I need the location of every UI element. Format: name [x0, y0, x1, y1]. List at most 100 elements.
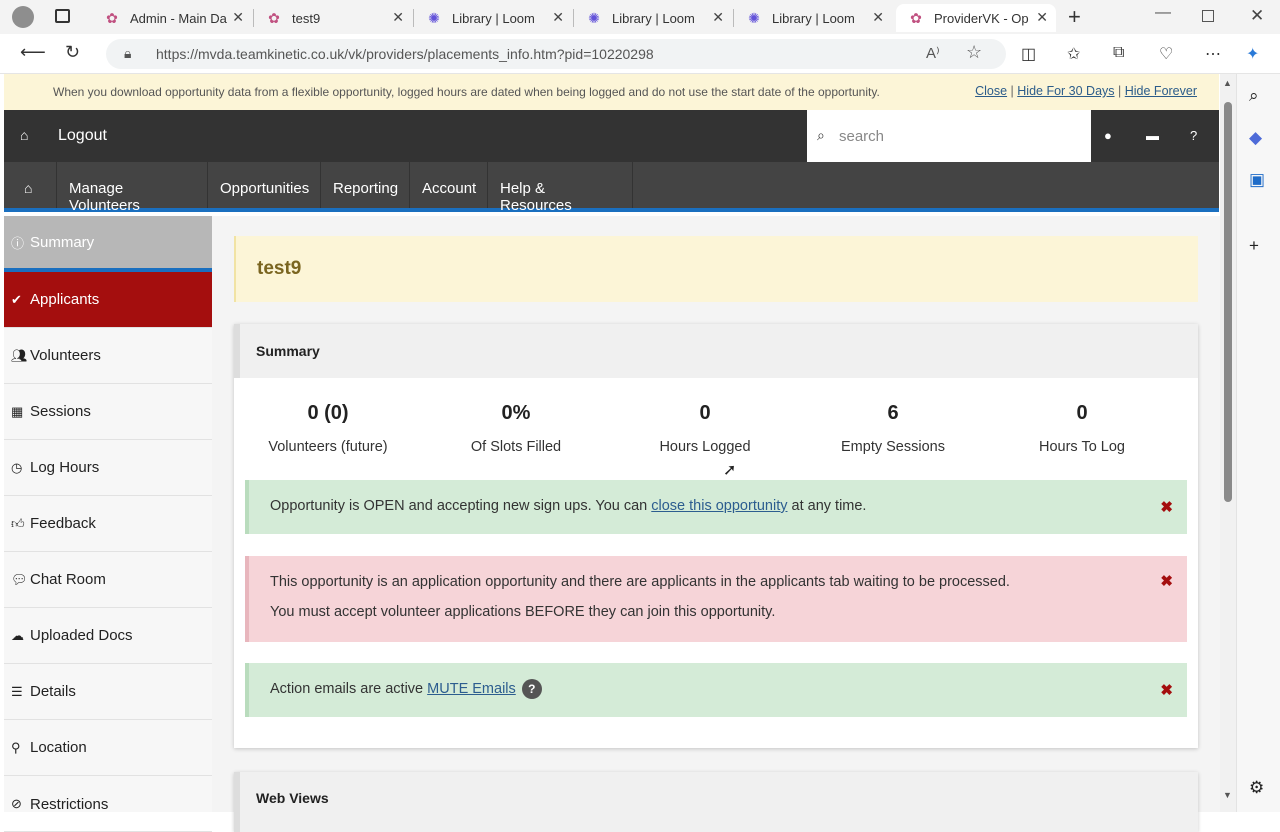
home-icon[interactable]: ⌂	[20, 127, 28, 143]
sidebar-item-details[interactable]: ☰ Details	[4, 664, 212, 720]
ban-icon: ⊘	[11, 796, 22, 811]
refresh-icon[interactable]: ↻	[65, 42, 80, 63]
tab-providervk[interactable]: ✿ ProviderVK - Op ✕	[896, 4, 1056, 32]
sidebar-item-feedback[interactable]: 👍︎ Feedback	[4, 496, 212, 552]
chat-icon[interactable]: ▬	[1146, 128, 1159, 143]
nav-reporting[interactable]: Reporting	[321, 162, 410, 208]
add-sidebar-icon[interactable]: +	[1249, 236, 1259, 256]
more-menu-icon[interactable]: ⋯	[1205, 44, 1221, 64]
alert-application-opportunity: This opportunity is an application oppor…	[245, 556, 1187, 642]
cloud-upload-icon: ☁	[11, 627, 24, 643]
notice-close-link[interactable]: Close	[975, 84, 1007, 98]
notice-hide30-link[interactable]: Hide For 30 Days	[1017, 84, 1114, 98]
nav-help-resources[interactable]: Help & Resources	[488, 162, 633, 214]
info-icon: ⓘ	[11, 235, 25, 251]
stat-hours-to-log: 0 Hours To Log	[1039, 402, 1125, 455]
search-input[interactable]: ⌕ search	[807, 110, 1091, 162]
check-icon: ✔	[11, 291, 22, 307]
sidebar-item-summary[interactable]: ⓘ Summary	[4, 216, 212, 272]
web-views-heading: Web Views	[234, 772, 1198, 832]
notice-text: When you download opportunity data from …	[53, 85, 880, 99]
opportunity-title-box: test9	[234, 236, 1198, 302]
sidebar-item-volunteers[interactable]: 👥︎ Volunteers	[4, 328, 212, 384]
favorite-star-icon[interactable]: ☆	[966, 42, 982, 63]
search-icon[interactable]: ⌕	[1249, 86, 1259, 106]
search-icon: ⌕	[817, 127, 825, 143]
close-tab-icon[interactable]: ✕	[1036, 9, 1048, 26]
notice-hideforever-link[interactable]: Hide Forever	[1125, 84, 1197, 98]
sidebar-item-sessions[interactable]: ▦ Sessions	[4, 384, 212, 440]
nav-opportunities[interactable]: Opportunities	[208, 162, 321, 208]
browser-tab-bar: ✿ Admin - Main Da ✕ ✿ test9 ✕ ✺ Library | Loo…	[0, 0, 1280, 34]
tab-actions-icon[interactable]	[55, 9, 70, 23]
summary-heading: Summary	[234, 324, 1198, 378]
mute-emails-link[interactable]: MUTE Emails	[427, 681, 516, 697]
tab-loom-3[interactable]: ✺ Library | Loom ✕	[734, 4, 892, 32]
app-icon: ✿	[910, 9, 922, 26]
browser-sidebar: ⌕ ◆ ▣ + ⚙	[1236, 74, 1280, 812]
outlook-icon[interactable]: ▣	[1249, 170, 1265, 190]
restore-icon[interactable]	[1202, 10, 1214, 22]
map-pin-icon: ⚲	[11, 739, 21, 755]
url-field[interactable]: 🔒︎ https://mvda.teamkinetic.co.uk/vk/pro…	[106, 39, 1006, 69]
close-tab-icon[interactable]: ✕	[872, 9, 884, 26]
nav-home-icon[interactable]: ⌂	[4, 162, 57, 208]
profile-avatar[interactable]	[12, 6, 34, 28]
copilot-sidebar-icon[interactable]: ◆	[1249, 128, 1262, 148]
close-opportunity-link[interactable]: close this opportunity	[651, 498, 787, 514]
stat-volunteers-future: 0 (0) Volunteers (future)	[268, 402, 388, 455]
sidebar-item-log-hours[interactable]: ◷ Log Hours	[4, 440, 212, 496]
web-views-panel: Web Views	[234, 772, 1198, 832]
scroll-down-icon[interactable]: ▼	[1223, 790, 1232, 800]
tab-test9[interactable]: ✿ test9 ✕	[254, 4, 412, 32]
lock-icon: 🔒︎	[124, 45, 132, 61]
main-content: test9 Summary 0 (0) Volunteers (future) 0…	[212, 216, 1220, 832]
loom-icon: ✺	[748, 9, 760, 26]
minimize-icon[interactable]: —	[1155, 4, 1171, 22]
read-aloud-icon[interactable]: A⁾	[926, 44, 940, 62]
page-scrollbar[interactable]: ▲ ▼	[1220, 74, 1236, 812]
collections-icon[interactable]: ⧉	[1113, 44, 1124, 62]
page-title: test9	[257, 258, 302, 279]
close-tab-icon[interactable]: ✕	[232, 9, 244, 26]
sidebar-item-applicants[interactable]: ✔ Applicants	[4, 272, 212, 328]
sidebar-item-restrictions[interactable]: ⊘ Restrictions	[4, 776, 212, 832]
copilot-icon[interactable]: ✦	[1246, 44, 1259, 64]
scroll-up-icon[interactable]: ▲	[1223, 78, 1232, 88]
back-icon[interactable]: ⟵	[20, 42, 46, 63]
tab-admin[interactable]: ✿ Admin - Main Da ✕	[92, 4, 252, 32]
close-window-icon[interactable]: ✕	[1250, 6, 1264, 26]
sidebar-item-chat-room[interactable]: 💬︎ Chat Room	[4, 552, 212, 608]
stat-empty-sessions: 6 Empty Sessions	[841, 402, 945, 455]
nav-account[interactable]: Account	[410, 162, 488, 208]
help-icon[interactable]: ?	[1190, 128, 1197, 143]
alert-action-emails: Action emails are active MUTE Emails? ✖	[245, 663, 1187, 717]
loom-icon: ✺	[428, 9, 440, 26]
opportunity-sidebar: ⓘ Summary ✔ Applicants 👥︎ Volunteers ▦ Sessi…	[4, 216, 212, 832]
sidebar-item-location[interactable]: ⚲ Location	[4, 720, 212, 776]
address-bar: ⟵ ↻ 🔒︎ https://mvda.teamkinetic.co.uk/vk…	[0, 34, 1280, 74]
tab-loom-1[interactable]: ✺ Library | Loom ✕	[414, 4, 572, 32]
mouse-cursor-icon: ➚	[723, 462, 737, 479]
close-tab-icon[interactable]: ✕	[712, 9, 724, 26]
nav-manage-volunteers[interactable]: Manage Volunteers	[57, 162, 208, 214]
split-screen-icon[interactable]: ◫	[1021, 44, 1036, 64]
close-tab-icon[interactable]: ✕	[392, 9, 404, 26]
dismiss-icon[interactable]: ✖	[1160, 574, 1173, 590]
notice-banner: When you download opportunity data from …	[4, 74, 1219, 110]
tab-loom-2[interactable]: ✺ Library | Loom ✕	[574, 4, 732, 32]
calendar-icon: ▦	[11, 403, 24, 419]
sidebar-item-uploaded-docs[interactable]: ☁ Uploaded Docs	[4, 608, 212, 664]
new-tab-icon[interactable]: +	[1068, 4, 1081, 30]
user-icon[interactable]: ●	[1104, 128, 1112, 143]
favorites-icon[interactable]: ✩	[1067, 44, 1080, 64]
extensions-icon[interactable]: ♡	[1159, 44, 1173, 64]
chat-icon: 💬︎	[11, 571, 28, 587]
dismiss-icon[interactable]: ✖	[1160, 681, 1173, 699]
settings-icon[interactable]: ⚙	[1249, 778, 1264, 798]
scrollbar-thumb[interactable]	[1224, 102, 1232, 502]
dismiss-icon[interactable]: ✖	[1160, 498, 1173, 516]
close-tab-icon[interactable]: ✕	[552, 9, 564, 26]
help-icon[interactable]: ?	[521, 679, 542, 699]
logout-link[interactable]: Logout	[58, 127, 107, 145]
